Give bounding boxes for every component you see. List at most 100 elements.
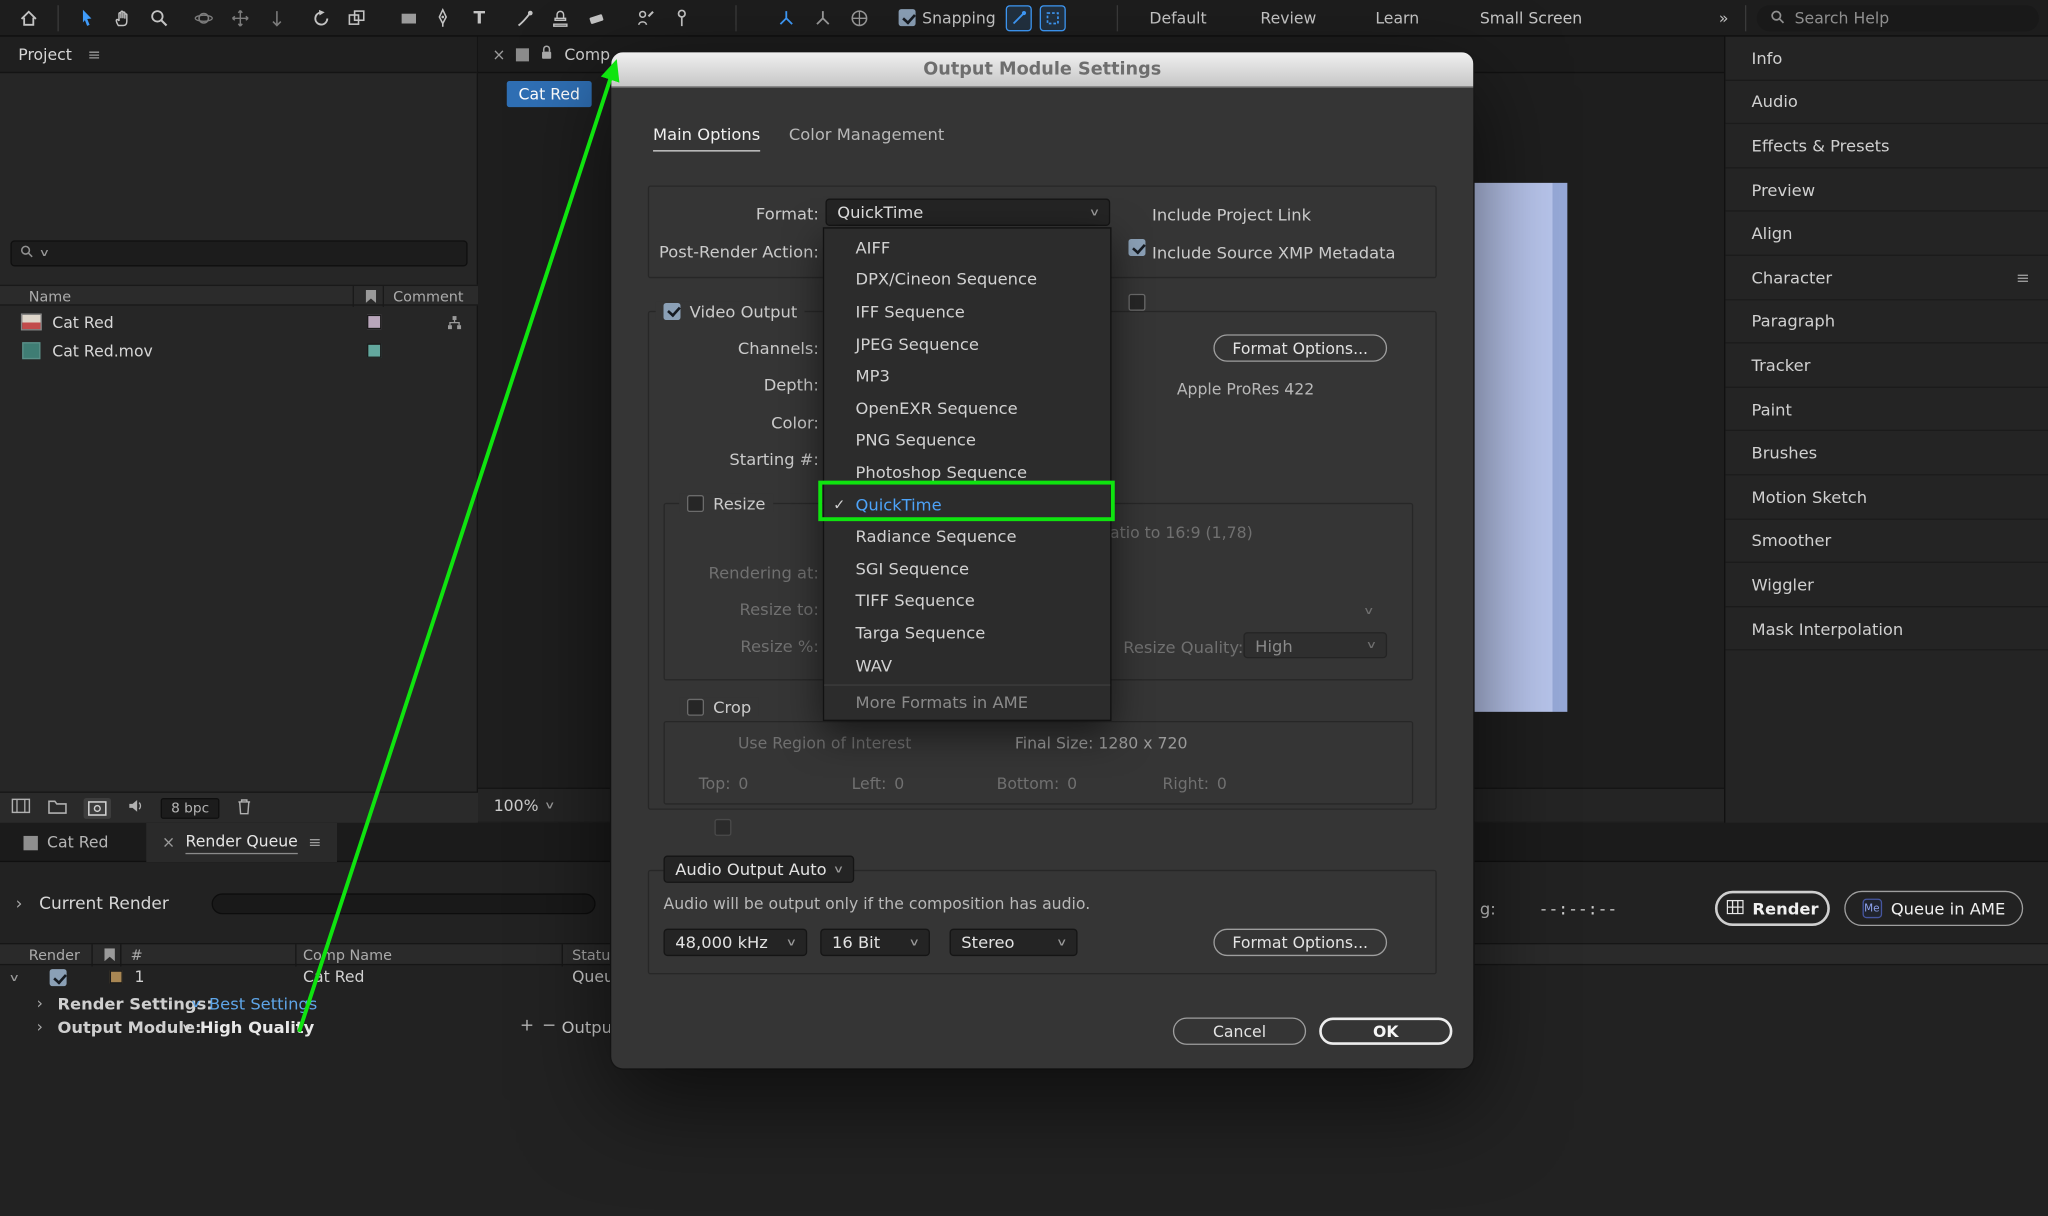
workspace-tab-learn[interactable]: Learn (1375, 9, 1419, 27)
remove-output-module-icon[interactable]: − (542, 1016, 556, 1036)
queue-in-ame-button[interactable]: Me Queue in AME (1844, 891, 2023, 926)
format-menu-item[interactable]: WAV (824, 649, 1110, 681)
panel-tab-paragraph[interactable]: Paragraph (1725, 300, 2048, 344)
render-button[interactable]: Render (1715, 891, 1830, 926)
orbit-camera-tool-icon[interactable] (191, 7, 217, 31)
format-menu-item[interactable]: PNG Sequence (824, 424, 1110, 456)
type-tool-icon[interactable]: T (466, 7, 492, 31)
chevron-down-icon[interactable]: ∨ (9, 973, 20, 983)
include-project-link-checkbox[interactable] (1128, 239, 1145, 256)
use-roi-checkbox[interactable] (714, 819, 731, 836)
format-menu-footer[interactable]: More Formats in AME (824, 685, 1110, 718)
crop-field-value[interactable]: 0 (738, 775, 748, 793)
resize-toggle[interactable]: Resize (679, 494, 773, 512)
project-row-comp[interactable]: Cat Red (0, 308, 478, 337)
chevron-down-icon[interactable]: ∨ (190, 999, 201, 1009)
disclosure-icon[interactable]: › (37, 994, 43, 1012)
shape-tool-icon[interactable] (396, 7, 422, 31)
crop-field-value[interactable]: 0 (1067, 775, 1077, 793)
delete-icon[interactable] (235, 796, 253, 820)
new-composition-icon[interactable] (84, 797, 111, 818)
column-header-comp-name[interactable]: Comp Name (303, 947, 392, 964)
column-divider[interactable] (91, 944, 92, 966)
format-menu-item[interactable]: DPX/Cineon Sequence (824, 263, 1110, 295)
panel-tab-align[interactable]: Align (1725, 212, 2048, 256)
project-search-input[interactable]: ∨ (10, 240, 467, 266)
snap-beyond-extents-icon[interactable] (1040, 5, 1066, 31)
crop-field-value[interactable]: 0 (894, 775, 904, 793)
close-icon[interactable]: × (492, 45, 505, 63)
ok-button[interactable]: OK (1319, 1017, 1452, 1044)
search-help-field[interactable]: Search Help (1757, 5, 2039, 31)
workspace-tab-review[interactable]: Review (1260, 9, 1316, 27)
axis-mode-world-icon[interactable] (810, 7, 836, 31)
render-queue-tab[interactable]: × Render Queue ≡ (146, 823, 337, 862)
render-item-checkbox[interactable] (50, 969, 67, 986)
close-icon[interactable]: × (162, 833, 175, 851)
tab-main-options[interactable]: Main Options (653, 124, 760, 151)
axis-mode-view-icon[interactable] (846, 7, 872, 31)
interpret-footage-icon[interactable] (10, 797, 31, 819)
pen-tool-icon[interactable] (430, 7, 456, 31)
column-header-number[interactable]: # (131, 947, 143, 964)
format-menu-item[interactable]: JPEG Sequence (824, 328, 1110, 360)
disclosure-icon[interactable]: › (37, 1017, 43, 1035)
column-divider[interactable] (562, 944, 563, 966)
zoom-level-dropdown[interactable]: 100% (494, 796, 539, 814)
panel-tab-brushes[interactable]: Brushes (1725, 431, 2048, 475)
panel-tab-character[interactable]: Character≡ (1725, 256, 2048, 300)
hand-tool-icon[interactable] (110, 7, 136, 31)
panel-tab-effects-presets[interactable]: Effects & Presets (1725, 124, 2048, 168)
column-divider[interactable] (353, 286, 354, 307)
audio-bit-depth-dropdown[interactable]: 16 Bit ∨ (820, 929, 930, 956)
active-comp-button[interactable]: Cat Red (507, 81, 592, 107)
panel-tab-wiggler[interactable]: Wiggler (1725, 563, 2048, 607)
column-header-name[interactable]: Name (29, 289, 71, 306)
chevron-down-icon[interactable]: ∨ (181, 1023, 192, 1033)
label-color-swatch[interactable] (367, 344, 381, 358)
workspace-tab-small-screen[interactable]: Small Screen (1480, 9, 1582, 27)
output-module-value[interactable]: High Quality (200, 1017, 314, 1037)
puppet-pin-tool-icon[interactable] (669, 7, 695, 31)
audio-output-dropdown[interactable]: Audio Output Auto ∨ (664, 856, 855, 883)
pan-camera-tool-icon[interactable] (227, 7, 253, 31)
format-menu-item[interactable]: MP3 (824, 360, 1110, 392)
label-color-column-icon[interactable] (104, 948, 114, 961)
composition-tab-label[interactable]: Comp (564, 45, 610, 63)
rotation-tool-icon[interactable] (308, 7, 334, 31)
lock-icon[interactable] (540, 44, 554, 64)
format-menu-item[interactable]: Radiance Sequence (824, 520, 1110, 552)
label-color-swatch[interactable] (110, 970, 123, 983)
pan-behind-tool-icon[interactable] (344, 7, 370, 31)
panel-menu-icon[interactable]: ≡ (88, 45, 101, 63)
timeline-tab-cat-red[interactable]: Cat Red (24, 823, 109, 862)
label-color-column-icon[interactable] (366, 290, 376, 303)
snapping-checkbox[interactable] (899, 9, 916, 26)
axis-mode-local-icon[interactable] (773, 7, 799, 31)
panel-tab-preview[interactable]: Preview (1725, 168, 2048, 212)
dolly-camera-tool-icon[interactable] (264, 7, 290, 31)
audio-format-options-button[interactable]: Format Options... (1213, 929, 1387, 956)
project-row-footage[interactable]: Cat Red.mov (0, 337, 478, 366)
render-settings-value[interactable]: Best Settings (209, 994, 317, 1014)
project-panel-header[interactable]: Project ≡ (0, 37, 477, 74)
video-output-checkbox[interactable] (664, 302, 681, 319)
audio-icon[interactable] (127, 797, 145, 819)
column-divider[interactable] (383, 286, 384, 307)
brush-tool-icon[interactable] (512, 7, 538, 31)
column-divider[interactable] (295, 944, 296, 966)
workspace-tab-default[interactable]: Default (1149, 9, 1206, 27)
panel-menu-icon[interactable]: ≡ (2016, 267, 2030, 287)
crop-checkbox[interactable] (687, 698, 704, 715)
crop-toggle[interactable]: Crop (679, 697, 759, 715)
panel-tab-tracker[interactable]: Tracker (1725, 344, 2048, 388)
format-menu-item[interactable]: Targa Sequence (824, 617, 1110, 649)
panel-tab-info[interactable]: Info (1725, 37, 2048, 81)
audio-channels-dropdown[interactable]: Stereo ∨ (950, 929, 1078, 956)
column-header-render[interactable]: Render (29, 947, 80, 964)
audio-sample-rate-dropdown[interactable]: 48,000 kHz ∨ (664, 929, 808, 956)
format-menu-item[interactable]: SGI Sequence (824, 552, 1110, 584)
resize-quality-dropdown[interactable]: High ∨ (1243, 632, 1387, 658)
panel-menu-icon[interactable]: ≡ (308, 833, 321, 851)
chevron-down-icon[interactable]: ∨ (544, 800, 555, 810)
